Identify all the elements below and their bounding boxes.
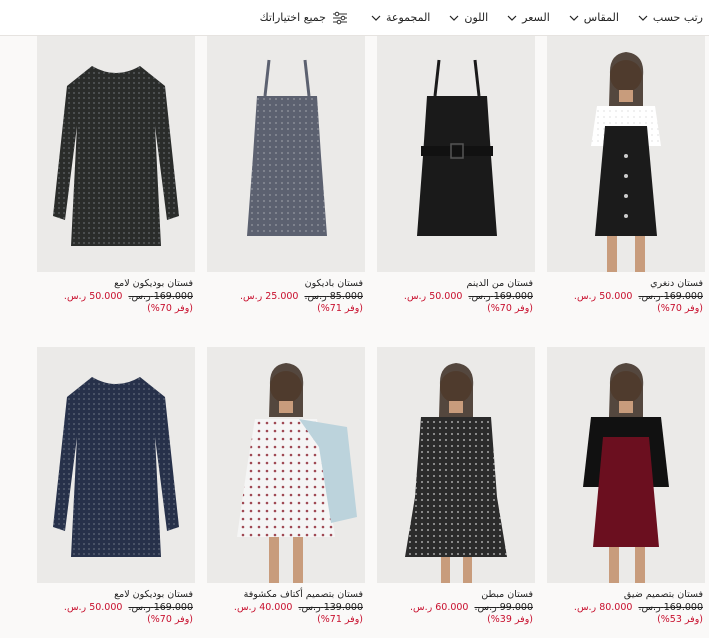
discount-badge: (وفر 39%) — [487, 614, 533, 625]
product-info: فستان بوديكون لامع 169.000 ر.س. 50.000 ر.… — [37, 583, 195, 627]
product-info: فستان بتصميم أكتاف مكشوفة 139.000 ر.س. 40… — [207, 583, 365, 627]
product-name[interactable]: فستان بوديكون لامع — [39, 589, 193, 602]
product-name[interactable]: فستان من الدينم — [379, 278, 533, 291]
original-price: 139.000 ر.س. — [298, 601, 363, 613]
discount-badge: (وفر 70%) — [147, 303, 193, 314]
product-card[interactable]: فستان باديكون 85.000 ر.س. 25.000 ر.س. (وف… — [207, 36, 365, 316]
product-card[interactable]: فستان دنغري 169.000 ر.س. 50.000 ر.س. (وفر… — [547, 36, 705, 316]
product-prices: 139.000 ر.س. 40.000 ر.س. — [209, 602, 363, 615]
product-grid: فستان دنغري 169.000 ر.س. 50.000 ر.س. (وفر… — [0, 0, 709, 638]
product-image[interactable] — [207, 36, 365, 272]
sale-price: 50.000 ر.س. — [63, 290, 123, 302]
sale-price: 25.000 ر.س. — [239, 290, 299, 302]
product-name[interactable]: فستان بتصميم ضيق — [549, 589, 703, 602]
product-name[interactable]: فستان باديكون — [209, 278, 363, 291]
product-name[interactable]: فستان بتصميم أكتاف مكشوفة — [209, 589, 363, 602]
sale-price: 50.000 ر.س. — [573, 290, 633, 302]
product-photo — [237, 363, 357, 583]
product-info: فستان مبطن 99.000 ر.س. 60.000 ر.س. (وفر 3… — [377, 583, 535, 627]
discount-badge: (وفر 71%) — [317, 614, 363, 625]
product-image[interactable] — [547, 36, 705, 272]
discount-badge: (وفر 70%) — [487, 303, 533, 314]
product-photo — [591, 52, 661, 272]
discount-badge: (وفر 70%) — [147, 614, 193, 625]
sale-price: 40.000 ر.س. — [233, 601, 293, 613]
product-photo — [53, 66, 179, 246]
original-price: 169.000 ر.س. — [468, 290, 533, 302]
sale-price: 50.000 ر.س. — [403, 290, 463, 302]
discount-badge: (وفر 70%) — [657, 303, 703, 314]
product-photo — [417, 59, 497, 236]
product-image[interactable] — [547, 347, 705, 583]
product-name[interactable]: فستان بوديكون لامع — [39, 278, 193, 291]
product-name[interactable]: فستان دنغري — [549, 278, 703, 291]
product-prices: 99.000 ر.س. 60.000 ر.س. — [379, 602, 533, 615]
product-card[interactable]: فستان من الدينم 169.000 ر.س.50.000 ر.س. … — [377, 36, 535, 316]
product-prices: 169.000 ر.س. 50.000 ر.س. — [39, 291, 193, 304]
product-prices: 169.000 ر.س. 50.000 ر.س. — [549, 291, 703, 304]
product-info: فستان بتصميم ضيق 169.000 ر.س. 80.000 ر.س.… — [547, 583, 705, 627]
product-prices: 169.000 ر.س. 50.000 ر.س. — [379, 291, 533, 304]
product-photo — [53, 377, 179, 557]
product-image[interactable] — [207, 347, 365, 583]
sale-price: 60.000 ر.س. — [409, 601, 469, 613]
original-price: 85.000 ر.س. — [304, 290, 363, 302]
product-photo — [583, 363, 669, 583]
product-photo — [247, 59, 327, 236]
product-card[interactable]: فستان بوديكون لامع 169.000 ر.س. 50.000 ر.… — [37, 347, 195, 627]
original-price: 99.000 ر.س. — [474, 601, 533, 613]
sale-price: 80.000 ر.س. — [573, 601, 633, 613]
original-price: 169.000 ر.س. — [638, 601, 703, 613]
product-card[interactable]: فستان بتصميم ضيق 169.000 ر.س. 80.000 ر.س.… — [547, 347, 705, 627]
product-prices: 169.000 ر.س. 50.000 ر.س. — [39, 602, 193, 615]
product-info: فستان دنغري 169.000 ر.س. 50.000 ر.س. (وفر… — [547, 272, 705, 316]
discount-badge: (وفر 71%) — [317, 303, 363, 314]
product-card[interactable]: فستان بتصميم أكتاف مكشوفة 139.000 ر.س. 40… — [207, 347, 365, 627]
product-image[interactable] — [377, 36, 535, 272]
product-info: فستان باديكون 85.000 ر.س. 25.000 ر.س. (وف… — [207, 272, 365, 316]
product-prices: 85.000 ر.س. 25.000 ر.س. — [209, 291, 363, 304]
product-info: فستان من الدينم 169.000 ر.س.50.000 ر.س. … — [377, 272, 535, 316]
product-image[interactable] — [37, 36, 195, 272]
product-card[interactable]: فستان بوديكون لامع 169.000 ر.س. 50.000 ر.… — [37, 36, 195, 316]
product-prices: 169.000 ر.س. 80.000 ر.س. — [549, 602, 703, 615]
product-photo — [405, 363, 507, 583]
original-price: 169.000 ر.س. — [638, 290, 703, 302]
sale-price: 50.000 ر.س. — [63, 601, 123, 613]
original-price: 169.000 ر.س. — [128, 601, 193, 613]
product-image[interactable] — [37, 347, 195, 583]
discount-badge: (وفر 53%) — [657, 614, 703, 625]
original-price: 169.000 ر.س. — [128, 290, 193, 302]
product-image[interactable] — [377, 347, 535, 583]
product-name[interactable]: فستان مبطن — [379, 589, 533, 602]
product-info: فستان بوديكون لامع 169.000 ر.س. 50.000 ر.… — [37, 272, 195, 316]
product-card[interactable]: فستان مبطن 99.000 ر.س. 60.000 ر.س. (وفر 3… — [377, 347, 535, 627]
